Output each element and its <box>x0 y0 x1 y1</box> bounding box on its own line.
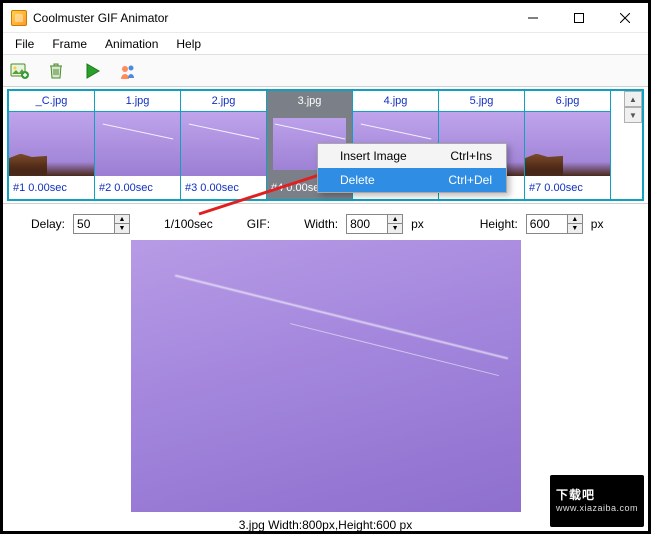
frame-filename: 3.jpg <box>267 91 352 112</box>
close-button[interactable] <box>602 3 648 33</box>
menu-help[interactable]: Help <box>168 35 209 53</box>
frame-thumbnail <box>181 112 266 176</box>
frame-thumbnail <box>525 112 610 176</box>
width-input[interactable] <box>346 214 388 234</box>
delay-input[interactable] <box>73 214 115 234</box>
width-label: Width: <box>304 217 338 231</box>
frame-filename: _C.jpg <box>9 91 94 112</box>
scroll-up-icon[interactable]: ▲ <box>624 91 642 107</box>
delay-unit: 1/100sec <box>164 217 213 231</box>
menu-animation[interactable]: Animation <box>97 35 166 53</box>
frame-filename: 5.jpg <box>439 91 524 112</box>
watermark-url: www.xiazaiba.com <box>556 504 638 513</box>
menubar: File Frame Animation Help <box>3 33 648 55</box>
watermark-text: 下载吧 <box>556 488 595 502</box>
frame-filename: 1.jpg <box>95 91 180 112</box>
add-image-icon[interactable] <box>9 60 31 82</box>
preview-image <box>131 240 521 512</box>
maximize-button[interactable] <box>556 3 602 33</box>
context-delete-label: Delete <box>340 173 375 187</box>
gif-label: GIF: <box>247 217 270 231</box>
context-insert-label: Insert Image <box>340 149 407 163</box>
spin-up-icon[interactable]: ▲ <box>115 215 129 224</box>
context-insert-image[interactable]: Insert Image Ctrl+Ins <box>318 144 506 168</box>
preview-area <box>3 240 648 512</box>
context-insert-shortcut: Ctrl+Ins <box>450 149 492 163</box>
context-delete-shortcut: Ctrl+Del <box>448 173 492 187</box>
play-icon[interactable] <box>81 60 103 82</box>
frame-item[interactable]: 2.jpg #3 0.00sec <box>181 91 267 199</box>
delay-label: Delay: <box>31 217 65 231</box>
context-delete[interactable]: Delete Ctrl+Del <box>318 168 506 192</box>
frame-filename: 4.jpg <box>353 91 438 112</box>
spin-up-icon[interactable]: ▲ <box>568 215 582 224</box>
about-icon[interactable] <box>117 60 139 82</box>
scroll-down-icon[interactable]: ▼ <box>624 107 642 123</box>
controls-row: Delay: ▲▼ 1/100sec GIF: Width: ▲▼ px Hei… <box>3 203 648 240</box>
frame-thumbnail <box>95 112 180 176</box>
height-input[interactable] <box>526 214 568 234</box>
spin-up-icon[interactable]: ▲ <box>388 215 402 224</box>
frame-meta: #2 0.00sec <box>95 176 180 199</box>
minimize-button[interactable] <box>510 3 556 33</box>
frame-item[interactable]: 1.jpg #2 0.00sec <box>95 91 181 199</box>
frame-meta: #3 0.00sec <box>181 176 266 199</box>
menu-file[interactable]: File <box>7 35 42 53</box>
watermark: 下载吧 www.xiazaiba.com <box>550 475 644 527</box>
width-stepper[interactable]: ▲▼ <box>346 214 403 234</box>
toolbar <box>3 55 648 87</box>
delete-icon[interactable] <box>45 60 67 82</box>
window-title: Coolmuster GIF Animator <box>33 11 168 25</box>
frame-item[interactable]: _C.jpg #1 0.00sec <box>9 91 95 199</box>
width-unit: px <box>411 217 424 231</box>
height-label: Height: <box>480 217 518 231</box>
context-menu: Insert Image Ctrl+Ins Delete Ctrl+Del <box>317 143 507 193</box>
frame-meta: #1 0.00sec <box>9 176 94 199</box>
window-controls <box>510 3 648 33</box>
frame-filename: 2.jpg <box>181 91 266 112</box>
spin-down-icon[interactable]: ▼ <box>388 224 402 233</box>
spin-down-icon[interactable]: ▼ <box>115 224 129 233</box>
frame-meta: #7 0.00sec <box>525 176 610 199</box>
menu-frame[interactable]: Frame <box>44 35 95 53</box>
frame-filename: 6.jpg <box>525 91 610 112</box>
app-icon <box>11 10 27 26</box>
height-unit: px <box>591 217 604 231</box>
spin-down-icon[interactable]: ▼ <box>568 224 582 233</box>
frame-thumbnail <box>9 112 94 176</box>
delay-stepper[interactable]: ▲▼ <box>73 214 130 234</box>
height-stepper[interactable]: ▲▼ <box>526 214 583 234</box>
titlebar: Coolmuster GIF Animator <box>3 3 648 33</box>
frame-item[interactable]: 6.jpg #7 0.00sec <box>525 91 611 199</box>
strip-scrollbar[interactable]: ▲ ▼ <box>624 91 642 123</box>
